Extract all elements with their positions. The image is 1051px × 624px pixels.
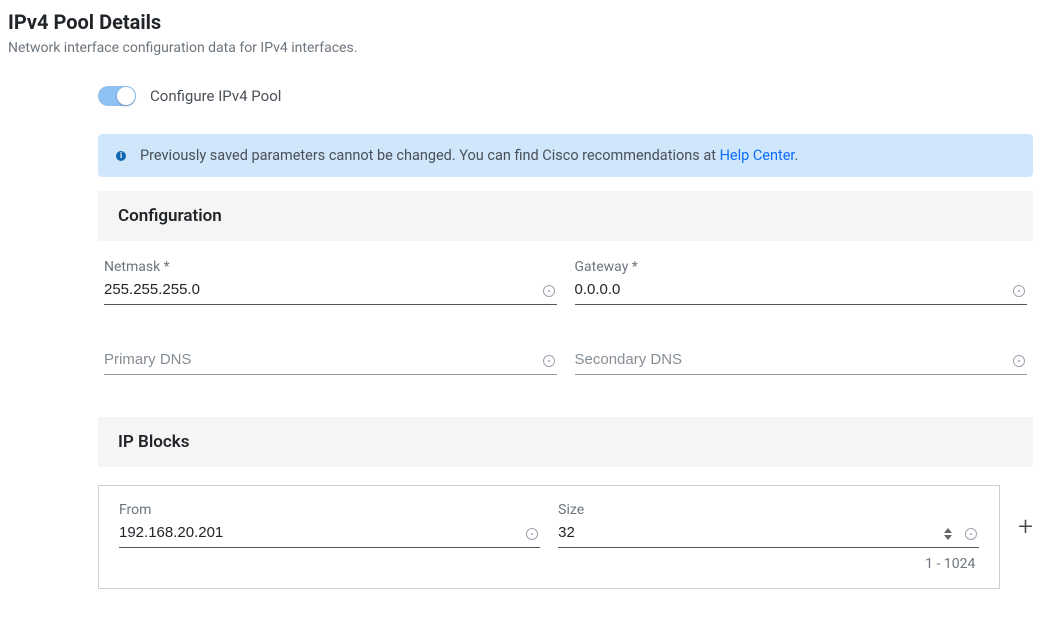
configure-ipv4-toggle-label: Configure IPv4 Pool [150,87,281,105]
info-banner-text: Previously saved parameters cannot be ch… [140,147,798,164]
toggle-knob [117,87,135,105]
netmask-label: Netmask * [104,259,557,275]
primary-dns-input[interactable] [104,347,537,374]
configure-ipv4-toggle[interactable] [98,86,136,106]
info-banner: i Previously saved parameters cannot be … [98,134,1033,177]
help-center-link[interactable]: Help Center [720,147,795,164]
from-label: From [119,502,540,518]
secondary-dns-field [575,347,1028,375]
chevron-up-icon[interactable] [944,528,952,533]
info-banner-pre: Previously saved parameters cannot be ch… [140,147,720,164]
size-range-hint: 1 - 1024 [558,556,979,572]
ip-blocks-section-header: IP Blocks [98,417,1033,467]
gateway-field: Gateway * [575,259,1028,305]
netmask-field: Netmask * [104,259,557,305]
secondary-dns-input[interactable] [575,347,1008,374]
from-input[interactable] [119,520,520,547]
info-icon[interactable] [1013,355,1025,367]
size-field: Size 1 - 1024 [558,502,979,572]
page-subtitle: Network interface configuration data for… [8,40,1043,56]
add-ip-block-button[interactable]: + [1018,514,1033,560]
size-spinner [943,528,953,540]
gateway-label: Gateway * [575,259,1028,275]
page-title: IPv4 Pool Details [8,10,1043,34]
info-icon[interactable] [526,528,538,540]
info-icon[interactable] [965,528,977,540]
info-icon[interactable] [543,355,555,367]
info-banner-suffix: . [794,147,798,164]
info-icon: i [116,151,126,161]
primary-dns-field [104,347,557,375]
netmask-input[interactable] [104,277,537,304]
gateway-input[interactable] [575,277,1008,304]
info-icon[interactable] [1013,285,1025,297]
size-input[interactable] [558,520,937,547]
size-label: Size [558,502,979,518]
chevron-down-icon[interactable] [944,535,952,540]
info-icon[interactable] [543,285,555,297]
configure-toggle-row: Configure IPv4 Pool [98,86,1033,106]
from-field: From [119,502,540,572]
configuration-section-header: Configuration [98,191,1033,241]
ip-block-card: From Size [98,485,1000,589]
